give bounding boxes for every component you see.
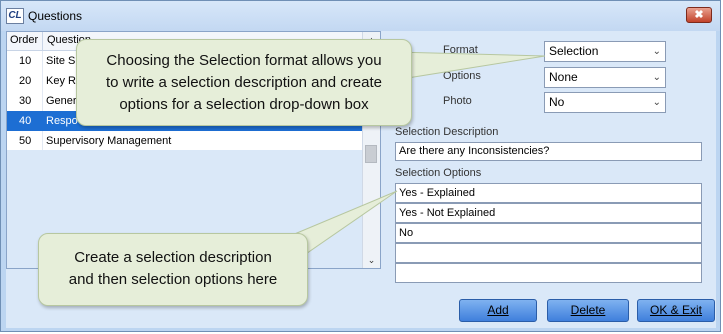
- row-question: Supervisory Management: [46, 135, 172, 147]
- format-tip-text: Choosing the Selection format allows you…: [106, 52, 382, 113]
- list-item[interactable]: 50 Supervisory Management: [7, 131, 364, 151]
- options-label: Options: [443, 70, 481, 82]
- row-question: Respo: [46, 115, 78, 127]
- selection-option-field[interactable]: Yes - Explained: [395, 183, 702, 203]
- row-order: 10: [19, 55, 32, 67]
- selection-option-field[interactable]: [395, 243, 702, 263]
- photo-label: Photo: [443, 95, 472, 107]
- header-order[interactable]: Order: [10, 34, 38, 46]
- options-tip-callout: Create a selection description and then …: [38, 233, 308, 306]
- row-order: 30: [19, 95, 32, 107]
- ok-exit-button-label: OK & Exit: [649, 303, 702, 317]
- selection-description-input[interactable]: Are there any Inconsistencies?: [395, 142, 702, 161]
- add-button-label: Add: [487, 303, 509, 317]
- chevron-down-icon: ⌄: [652, 46, 661, 57]
- add-button[interactable]: Add: [459, 299, 537, 322]
- app-logo-icon: CL: [6, 8, 24, 24]
- title-bar: CL Questions ✖: [1, 1, 720, 31]
- selection-option-field[interactable]: No: [395, 223, 702, 243]
- format-value: Selection: [549, 44, 599, 58]
- row-order: 40: [19, 115, 32, 127]
- format-tip-callout: Choosing the Selection format allows you…: [76, 39, 412, 126]
- close-button[interactable]: ✖: [686, 7, 712, 23]
- row-order: 50: [19, 135, 32, 147]
- options-value: None: [549, 70, 578, 84]
- row-order: 20: [19, 75, 32, 87]
- delete-button[interactable]: Delete: [547, 299, 629, 322]
- row-question: Gener: [46, 95, 77, 107]
- format-label: Format: [443, 44, 478, 56]
- scrollbar-thumb[interactable]: [365, 145, 377, 163]
- window-title: Questions: [28, 9, 83, 23]
- selection-option-field[interactable]: [395, 263, 702, 283]
- row-question: Key R: [46, 75, 76, 87]
- options-tip-text: Create a selection description and then …: [68, 249, 278, 288]
- selection-option-field[interactable]: Yes - Not Explained: [395, 203, 702, 223]
- options-select[interactable]: None ⌄: [544, 67, 666, 88]
- format-select[interactable]: Selection ⌄: [544, 41, 666, 62]
- chevron-down-icon: ⌄: [652, 97, 661, 108]
- delete-button-label: Delete: [570, 303, 606, 317]
- scroll-down-icon[interactable]: ⌄: [363, 252, 380, 268]
- selection-description-label: Selection Description: [395, 126, 499, 138]
- photo-value: No: [549, 95, 565, 109]
- selection-options-label: Selection Options: [395, 167, 482, 179]
- photo-select[interactable]: No ⌄: [544, 92, 666, 113]
- chevron-down-icon: ⌄: [652, 72, 661, 83]
- ok-exit-button[interactable]: OK & Exit: [637, 299, 715, 322]
